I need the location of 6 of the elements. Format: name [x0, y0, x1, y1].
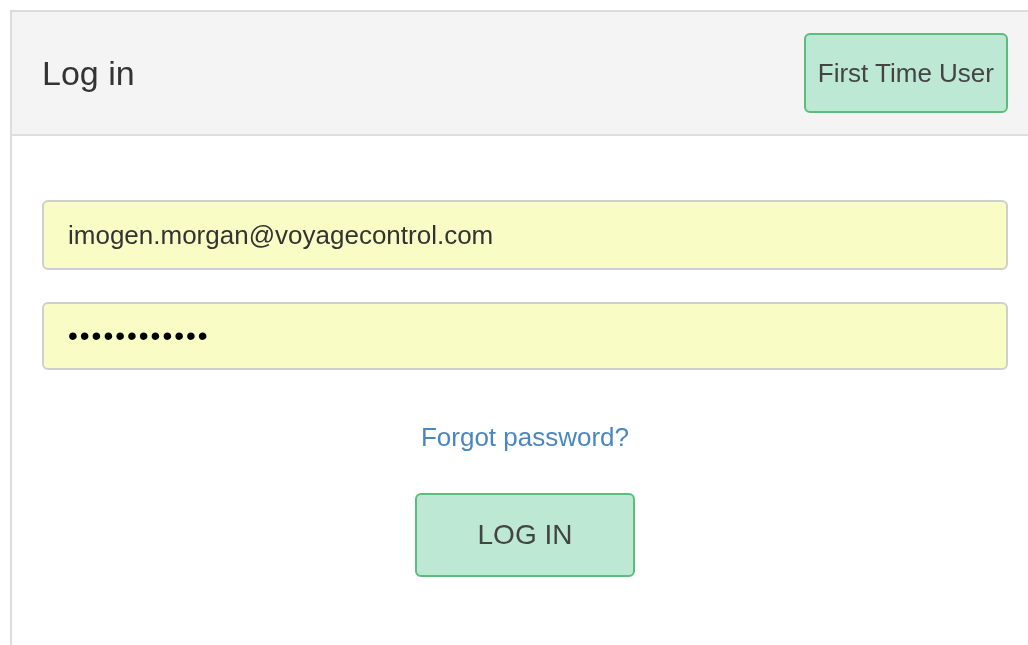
email-field[interactable]: imogen.morgan@voyagecontrol.com [42, 200, 1008, 270]
header-title: Log in [42, 52, 135, 94]
login-button[interactable]: LOG IN [415, 493, 635, 577]
password-field[interactable]: •••••••••••• [42, 302, 1008, 370]
forgot-password-link[interactable]: Forgot password? [420, 418, 630, 457]
first-time-user-button[interactable]: First Time User [803, 33, 1008, 113]
